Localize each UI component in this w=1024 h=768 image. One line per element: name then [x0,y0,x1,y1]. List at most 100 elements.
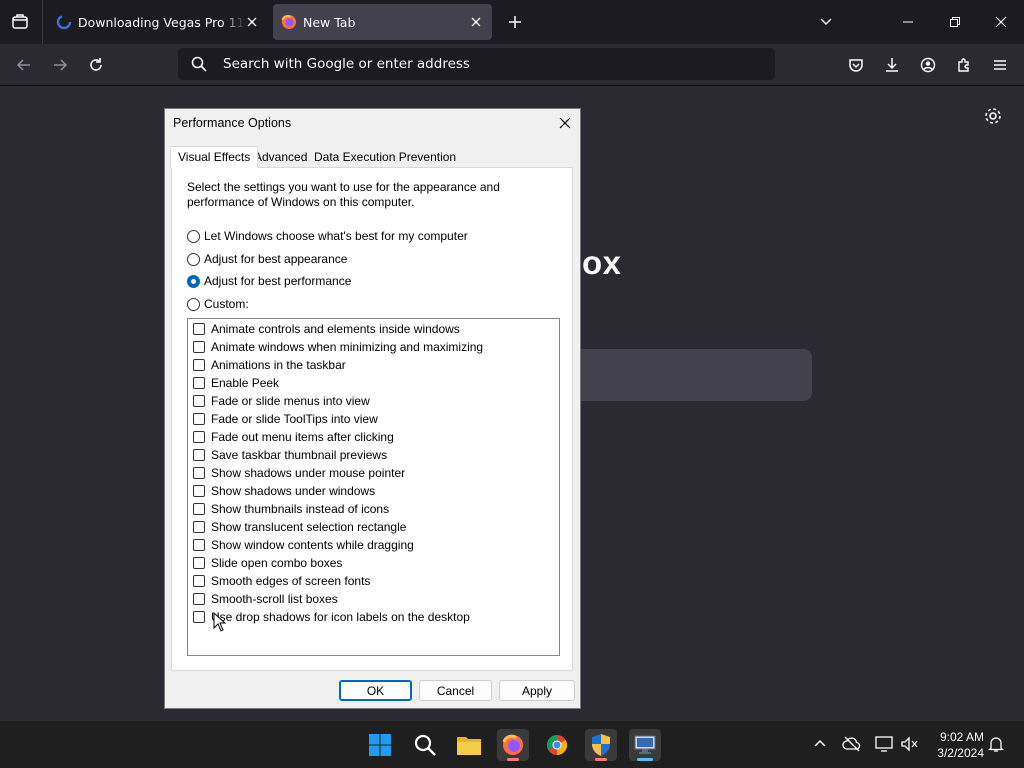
radio-let-windows-choose[interactable]: Let Windows choose what's best for my co… [187,229,468,243]
checkbox[interactable] [193,377,205,389]
effect-item[interactable]: Fade out menu items after clicking [193,428,394,446]
system-clock[interactable]: 9:02 AM 3/2/2024 [922,729,984,761]
minimize-icon[interactable] [898,12,918,32]
radio-button-selected[interactable] [187,274,200,288]
close-window-icon[interactable] [991,12,1011,32]
tab-visual-effects[interactable]: Visual Effects [170,146,259,168]
effect-item[interactable]: Fade or slide menus into view [193,392,370,410]
effect-item[interactable]: Smooth-scroll list boxes [193,590,338,608]
notifications-bell-icon[interactable] [987,735,1007,755]
dialog-close-icon[interactable] [556,114,574,132]
cancel-button[interactable]: Cancel [419,680,492,701]
clock-date: 3/2/2024 [937,746,984,760]
radio-label: Adjust for best appearance [204,252,348,266]
effect-item[interactable]: Enable Peek [193,374,279,392]
visual-effects-panel: Select the settings you want to use for … [171,167,573,671]
hamburger-menu-icon[interactable] [990,55,1010,75]
effect-item[interactable]: Show shadows under windows [193,482,375,500]
radio-label: Let Windows choose what's best for my co… [204,229,468,243]
effect-item[interactable]: Save taskbar thumbnail previews [193,446,387,464]
reload-icon[interactable] [86,55,106,75]
effect-label: Use drop shadows for icon labels on the … [211,610,470,624]
effect-item[interactable]: Smooth edges of screen fonts [193,572,370,590]
radio-button[interactable] [187,252,200,266]
effect-label: Animations in the taskbar [211,358,346,372]
checkbox[interactable] [193,467,205,479]
effect-item[interactable]: Show window contents while dragging [193,536,414,554]
tab-downloading-vegas[interactable]: Downloading Vegas Pro 11.0 Build 682 (64… [48,4,268,40]
effect-item[interactable]: Show thumbnails instead of icons [193,500,389,518]
list-all-tabs-chevron-icon[interactable] [816,12,836,32]
checkbox[interactable] [193,521,205,533]
close-tab-icon[interactable] [468,14,484,30]
radio-custom[interactable]: Custom: [187,297,249,311]
effect-item[interactable]: Slide open combo boxes [193,554,342,572]
tabbar-divider [42,0,43,44]
downloads-icon[interactable] [882,55,902,75]
volume-muted-icon[interactable] [900,735,920,755]
checkbox[interactable] [193,557,205,569]
radio-button[interactable] [187,229,200,243]
effect-item[interactable]: Show shadows under mouse pointer [193,464,405,482]
checkbox[interactable] [193,341,205,353]
clock-time: 9:02 AM [939,730,984,744]
effect-item[interactable]: Animate controls and elements inside win… [193,320,460,338]
url-bar[interactable]: Search with Google or enter address [178,48,775,80]
effect-item[interactable]: Use drop shadows for icon labels on the … [193,608,470,626]
effect-item[interactable]: Animations in the taskbar [193,356,346,374]
new-tab-plus-icon[interactable] [505,12,525,32]
radio-best-appearance[interactable]: Adjust for best appearance [187,252,347,266]
tab-new-tab[interactable]: New Tab [273,4,492,40]
network-icon[interactable] [874,735,894,755]
apply-button[interactable]: Apply [499,680,575,701]
start-icon[interactable] [364,729,396,761]
tab-data-execution-prevention[interactable]: Data Execution Prevention [314,150,456,164]
ok-button[interactable]: OK [339,680,412,701]
checkbox[interactable] [193,413,205,425]
show-hidden-icons-chevron-icon[interactable] [811,735,831,755]
checkbox[interactable] [193,431,205,443]
effect-item[interactable]: Show translucent selection rectangle [193,518,406,536]
effect-label: Animate controls and elements inside win… [211,322,460,336]
newtab-search-box[interactable] [560,349,812,401]
effect-item[interactable]: Fade or slide ToolTips into view [193,410,378,428]
effect-label: Show shadows under mouse pointer [211,466,406,480]
file-explorer-icon[interactable] [453,729,485,761]
checkbox[interactable] [193,485,205,497]
radio-best-performance[interactable]: Adjust for best performance [187,274,351,288]
tab-advanced[interactable]: Advanced [254,150,307,164]
effect-item[interactable]: Animate windows when minimizing and maxi… [193,338,483,356]
security-shield-icon[interactable] [585,729,617,761]
back-arrow-icon[interactable] [14,55,34,75]
chrome-icon[interactable] [541,729,573,761]
pocket-icon[interactable] [846,55,866,75]
checkbox[interactable] [193,449,205,461]
checkbox[interactable] [193,593,205,605]
tab-list-icon[interactable] [8,10,32,34]
newtab-settings-gear-icon[interactable] [982,105,1004,127]
effect-label: Slide open combo boxes [211,556,343,570]
checkbox[interactable] [193,323,205,335]
remote-desktop-icon[interactable] [629,729,661,761]
radio-button[interactable] [187,297,200,311]
onedrive-offline-icon[interactable] [842,735,862,755]
checkbox[interactable] [193,611,205,623]
checkbox[interactable] [193,503,205,515]
account-icon[interactable] [918,55,938,75]
restore-icon[interactable] [945,12,965,32]
search-icon[interactable] [409,729,441,761]
effect-label: Smooth-scroll list boxes [211,592,338,606]
effect-label: Show translucent selection rectangle [211,520,407,534]
close-tab-icon[interactable] [244,14,260,30]
effect-label: Animate windows when minimizing and maxi… [211,340,484,354]
firefox-taskbar-icon[interactable] [497,729,529,761]
extensions-puzzle-icon[interactable] [954,55,974,75]
forward-arrow-icon[interactable] [50,55,70,75]
effect-label: Fade or slide menus into view [211,394,370,408]
checkbox[interactable] [193,395,205,407]
checkbox[interactable] [193,575,205,587]
checkbox[interactable] [193,539,205,551]
checkbox[interactable] [193,359,205,371]
panel-description: Select the settings you want to use for … [187,180,500,209]
visual-effects-list[interactable]: Animate controls and elements inside win… [187,318,560,656]
